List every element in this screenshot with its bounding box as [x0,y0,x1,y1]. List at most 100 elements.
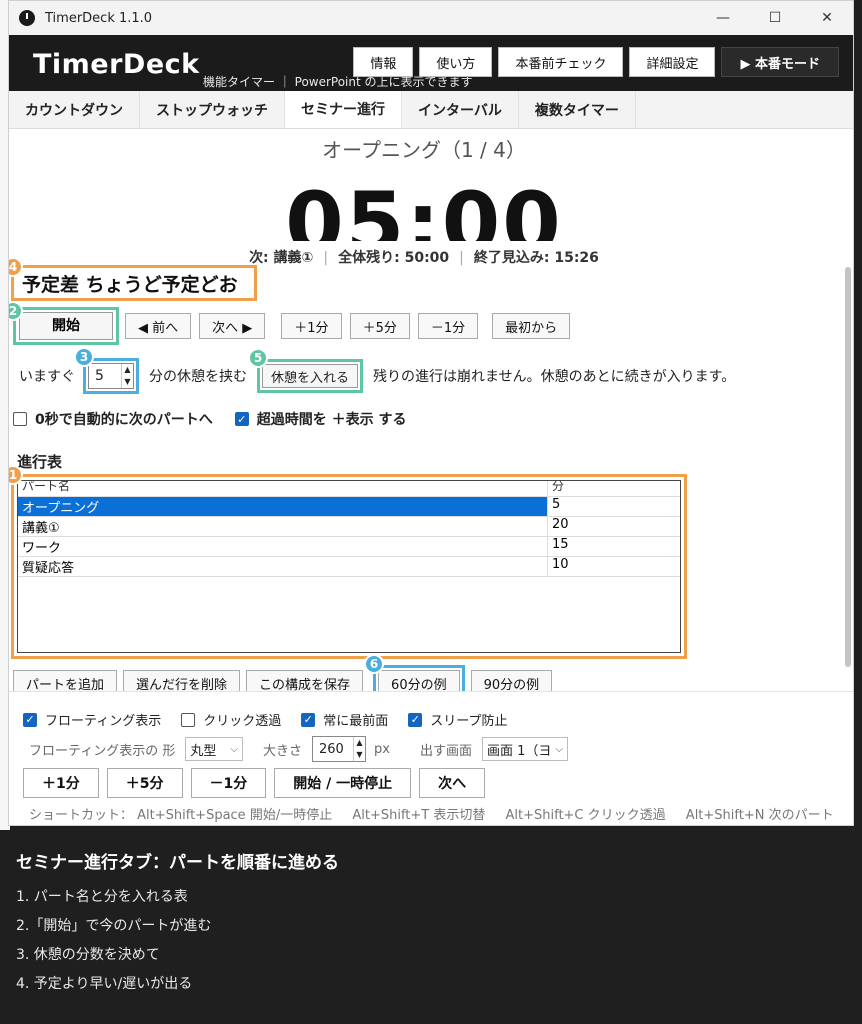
options-row: 0秒で自動的に次のパートへ ✓ 超過時間を ＋表示 する [13,409,407,429]
float-start-pause-button[interactable]: 開始 / 一時停止 [274,768,412,798]
timer-display: 05:00 [9,175,839,241]
floating-checkbox[interactable]: ✓ [23,712,37,727]
float-minus-1-button[interactable]: －1分 [190,768,267,798]
schedule-title: 進行表 [17,453,63,471]
chevron-down-icon: ⌵ [230,743,238,755]
float-plus-1-button[interactable]: ＋1分 [23,768,99,798]
floating-label: フローティング表示 [45,714,162,729]
spin-down-icon[interactable]: ▼ [122,376,133,388]
minimize-button[interactable]: — [697,1,749,35]
list-item: 2.「開始」で今のパートが進む [16,918,212,934]
auto-next-checkbox[interactable] [13,412,27,426]
info-button[interactable]: 情報 [353,47,414,77]
clock-app-icon [19,10,35,26]
timer-digits: 05:00 [285,175,563,241]
window-title: TimerDeck 1.1.0 [45,10,153,26]
always-on-top-checkbox[interactable]: ✓ [301,712,316,727]
shortcut-help: ショートカット： Alt+Shift+Space 開始/一時停止 Alt+Shi… [29,808,834,823]
close-button[interactable]: ✕ [801,1,853,35]
screen-select[interactable]: 画面 1（ヨ ⌵ [481,737,568,761]
maximize-button[interactable]: ☐ [749,1,801,35]
schedule-table-highlight: パート名 分 オープニング 5 講義① 20 ワーク 15 質疑応答 10 [11,474,687,659]
caption-panel: セミナー進行タブ：パートを順番に進める 1. パート名と分を入れる表 2.「開始… [0,830,862,1024]
howto-button[interactable]: 使い方 [419,47,493,77]
plus-5-button[interactable]: ＋5分 [349,313,410,339]
size-unit: px [373,741,390,757]
always-on-top-label: 常に最前面 [323,714,389,729]
prevent-sleep-label: スリープ防止 [430,714,508,729]
finish-eta: 終了見込み: 15:26 [473,250,599,266]
break-row: いますぐ 3 5 ▲ ▼ 分の休憩を挟む 5 休憩を入れる 残りの進行は崩れません… [19,347,736,394]
break-suffix: 分の休憩を挟む [149,369,247,385]
tab-countdown[interactable]: カウントダウン [9,91,140,128]
insert-break-button[interactable]: 休憩を入れる [262,364,359,388]
prevent-sleep-checkbox[interactable]: ✓ [408,712,423,727]
break-note: 残りの進行は崩れません。休憩のあとに続きが入ります。 [373,369,736,385]
break-minutes-value: 5 [95,368,104,384]
spin-up-icon[interactable]: ▲ [354,737,365,749]
precheck-button[interactable]: 本番前チェック [498,47,624,77]
list-item: 4. 予定より早い/遅いが出る [16,976,193,992]
col-minutes[interactable]: 分 [548,481,680,496]
table-row[interactable]: オープニング 5 [18,497,680,517]
brand-logo: TimerDeck [33,49,200,80]
break-prefix: いますぐ [19,369,75,385]
live-mode-button[interactable]: ▶ 本番モード [721,47,839,77]
app-window: TimerDeck 1.1.0 — ☐ ✕ TimerDeck 機能タイマー ｜… [8,0,854,826]
control-row: 開始 ◀ 前へ 次へ ▶ ＋1分 ＋5分 －1分 最初から [9,307,571,345]
tab-interval[interactable]: インターバル [402,91,519,128]
floating-panel: ✓ フローティング表示 クリック透過 ✓ 常に最前面 ✓ スリープ防止 フローティング… [9,691,853,825]
table-row[interactable]: 質疑応答 10 [18,557,680,577]
caption-list: 1. パート名と分を入れる表 2.「開始」で今のパートが進む 3. 休憩の分数を… [16,886,211,1002]
screen-label: 出す画面 [419,743,472,759]
table-header: パート名 分 [18,481,680,497]
spin-down-icon[interactable]: ▼ [354,749,365,761]
next-button[interactable]: 次へ ▶ [199,313,266,339]
start-button-highlight: 開始 [13,307,119,345]
plus-1-button[interactable]: ＋1分 [281,313,342,339]
reset-button[interactable]: 最初から [492,313,571,339]
badge-6: 6 [364,654,385,674]
auto-next-label: 0秒で自動的に次のパートへ [35,412,213,428]
title-bar: TimerDeck 1.1.0 — ☐ ✕ [9,1,853,35]
settings-button[interactable]: 詳細設定 [629,47,716,77]
tab-stopwatch[interactable]: ストップウォッチ [140,91,285,128]
break-minutes-stepper[interactable]: 5 ▲ ▼ [88,363,134,389]
col-part-name[interactable]: パート名 [18,481,548,496]
float-next-button[interactable]: 次へ [419,768,486,798]
table-row[interactable]: ワーク 15 [18,537,680,557]
badge-3: 3 [74,347,94,367]
break-button-highlight: 5 休憩を入れる [248,348,364,393]
spin-up-icon[interactable]: ▲ [122,364,133,376]
list-item: 3. 休憩の分数を決めて [16,947,160,963]
next-part: 次: 講義① [249,250,314,266]
caption-title: セミナー進行タブ：パートを順番に進める [16,853,339,873]
minus-1-button[interactable]: －1分 [417,313,479,339]
break-minutes-highlight: 3 5 ▲ ▼ [74,347,139,394]
app-header: TimerDeck 機能タイマー ｜ PowerPoint の上に表示できます … [9,35,853,91]
overtime-label: 超過時間を ＋表示 する [256,412,407,428]
clickthrough-checkbox[interactable] [181,712,196,727]
clickthrough-label: クリック透過 [203,714,282,729]
overtime-checkbox[interactable]: ✓ [234,412,249,426]
prev-button[interactable]: ◀ 前へ [125,313,192,339]
shape-label: フローティング表示の 形 [29,743,176,759]
shape-select[interactable]: 丸型 ⌵ [185,737,243,761]
current-part-title: オープニング（1 / 4） [322,138,526,162]
schedule-table[interactable]: パート名 分 オープニング 5 講義① 20 ワーク 15 質疑応答 10 [17,480,681,653]
tab-multi-timer[interactable]: 複数タイマー [519,91,636,128]
table-row[interactable]: 講義① 20 [18,517,680,537]
progress-info: 次: 講義① | 全体残り: 50:00 | 終了見込み: 15:26 [249,250,599,266]
seminar-panel: オープニング（1 / 4） 05:00 次: 講義① | 全体残り: 50:00 | 終… [9,129,853,825]
chevron-down-icon: ⌵ [555,743,563,755]
tab-bar: カウントダウン ストップウォッチ セミナー進行 インターバル 複数タイマー [9,91,853,129]
float-plus-5-button[interactable]: ＋5分 [106,768,183,798]
schedule-diff: 予定差 ちょうど予定どお [11,265,257,301]
tab-seminar[interactable]: セミナー進行 [285,91,402,128]
vertical-scrollbar[interactable] [845,267,851,667]
badge-5: 5 [248,348,268,368]
size-label: 大きさ [262,743,302,759]
size-stepper[interactable]: 260 ▲ ▼ [311,736,366,762]
start-button[interactable]: 開始 [19,312,113,340]
list-item: 1. パート名と分を入れる表 [16,889,188,905]
